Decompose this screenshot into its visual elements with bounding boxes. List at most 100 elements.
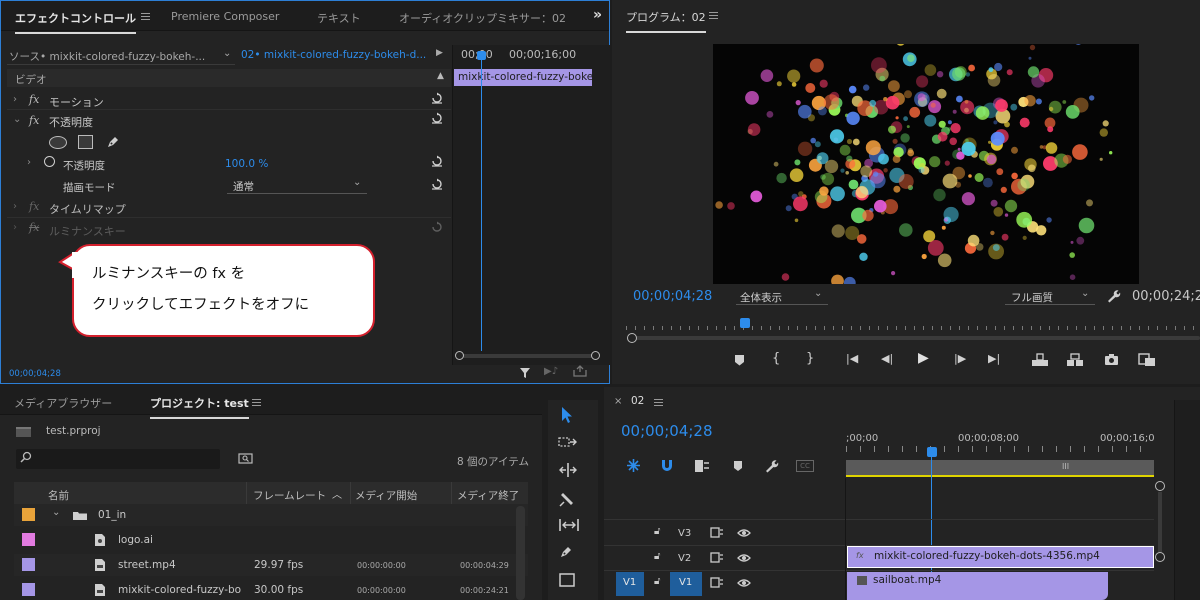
eye-icon[interactable]	[737, 553, 751, 566]
play-icon[interactable]: ▶	[918, 350, 929, 366]
zoom-dropdown[interactable]: 全体表示 ⌄	[736, 288, 828, 305]
project-search-input[interactable]	[16, 449, 220, 469]
scroll-handle-left-icon[interactable]	[627, 333, 637, 343]
track-name-v3[interactable]: V3	[678, 528, 691, 539]
tab-premiere-composer[interactable]: Premiere Composer	[171, 10, 279, 23]
sort-ascending-icon[interactable]: ︿	[332, 486, 342, 501]
sequence-label[interactable]: 02• mixkit-colored-fuzzy-bokeh-d...	[241, 49, 426, 61]
mini-playhead-head-icon[interactable]	[477, 51, 486, 60]
quality-dropdown[interactable]: フル画質 ⌄	[1005, 288, 1095, 305]
filter-icon[interactable]	[519, 367, 531, 382]
timeline-scroll-handle-icon[interactable]	[1155, 481, 1165, 491]
ripple-edit-tool-icon[interactable]	[558, 462, 582, 484]
sync-lock-icon[interactable]	[710, 527, 724, 541]
rectangle-mask-icon[interactable]	[78, 135, 93, 149]
label-color-swatch[interactable]	[22, 508, 35, 521]
col-name[interactable]: 名前	[48, 488, 69, 503]
pen-mask-icon[interactable]	[105, 134, 121, 153]
lock-track-icon[interactable]: 🔓︎	[654, 576, 660, 587]
scroll-handle-right-icon[interactable]	[591, 351, 600, 360]
folder-expand-chevron-icon[interactable]: ⌄	[52, 507, 60, 518]
lock-track-icon[interactable]: 🔓︎	[654, 551, 660, 562]
clip-v2[interactable]: fx mixkit-colored-fuzzy-bokeh-dots-4356.…	[847, 546, 1154, 568]
timeline-title[interactable]: 02	[631, 395, 644, 407]
play-only-icon[interactable]: ▶	[436, 48, 443, 58]
tab-text[interactable]: テキスト	[317, 10, 361, 26]
mark-out-icon[interactable]: }	[806, 351, 814, 366]
find-icon[interactable]	[238, 452, 253, 467]
linked-selection-icon[interactable]	[694, 459, 710, 476]
timeline-scroll-handle-icon[interactable]	[1155, 552, 1165, 562]
play-audio-icon[interactable]: ▶♪	[544, 366, 558, 377]
pen-tool-icon[interactable]	[558, 544, 582, 566]
reset-icon[interactable]	[431, 221, 443, 233]
col-media-start[interactable]: メディア開始	[355, 488, 417, 503]
program-timecode[interactable]: 00;00;04;28	[633, 289, 712, 304]
col-media-end[interactable]: メディア終了	[457, 488, 519, 503]
fx-opacity-icon[interactable]: fx	[29, 114, 39, 127]
timeline-playhead-icon[interactable]	[927, 447, 937, 457]
project-row[interactable]: mixkit-colored-fuzzy-bo 30.00 fps 00:00:00…	[14, 579, 528, 600]
reset-icon[interactable]	[431, 178, 443, 190]
panel-menu-icon[interactable]	[141, 13, 150, 20]
step-back-icon[interactable]: ◀|	[881, 352, 893, 365]
add-marker-icon[interactable]	[733, 460, 743, 475]
export-icon[interactable]	[573, 365, 587, 380]
program-playhead-icon[interactable]	[740, 318, 750, 328]
selection-tool-icon[interactable]	[558, 406, 582, 428]
collapse-up-icon[interactable]: ▲	[437, 71, 444, 81]
reset-icon[interactable]	[431, 155, 443, 167]
opacity-value[interactable]: 100.0 %	[225, 158, 268, 170]
snap-magnet-icon[interactable]	[660, 459, 674, 475]
effect-controls-timecode[interactable]: 00;00;04;28	[9, 369, 61, 379]
source-selector[interactable]: ソース• mixkit-colored-fuzzy-bokeh-... ⌄	[7, 47, 235, 65]
mark-in-icon[interactable]: {	[772, 351, 780, 366]
label-color-swatch[interactable]	[22, 533, 35, 546]
tab-project[interactable]: プロジェクト: test	[150, 395, 249, 419]
add-marker-icon[interactable]	[734, 354, 745, 369]
go-to-out-icon[interactable]: ▶|	[988, 352, 1000, 365]
track-target-v1[interactable]: V1	[670, 572, 702, 596]
work-area-bar[interactable]	[846, 460, 1154, 475]
ellipse-mask-icon[interactable]	[49, 136, 67, 149]
close-icon[interactable]: ×	[614, 396, 622, 407]
timeline-settings-wrench-icon[interactable]	[764, 458, 779, 476]
project-row[interactable]: street.mp4 29.97 fps 00:00:00:00 00:00:04:2…	[14, 554, 528, 576]
project-row[interactable]: logo.ai	[14, 529, 528, 551]
mini-zoom-scrollbar[interactable]	[457, 354, 597, 358]
sync-lock-icon[interactable]	[710, 577, 724, 591]
project-scrollbar[interactable]	[516, 506, 525, 600]
project-row[interactable]: ⌄ 01_in	[14, 504, 528, 526]
label-color-swatch[interactable]	[22, 583, 35, 596]
panel-menu-icon[interactable]	[252, 399, 261, 406]
comparison-view-icon[interactable]	[1138, 353, 1156, 370]
program-ruler[interactable]	[626, 320, 1200, 330]
blend-mode-dropdown[interactable]: 通常 ⌄	[227, 177, 367, 194]
timeline-vscroll[interactable]	[1158, 492, 1162, 552]
lock-track-icon[interactable]: 🔓︎	[654, 526, 660, 537]
expand-chevron-icon[interactable]: ›	[13, 201, 17, 212]
mini-clip[interactable]: mixkit-colored-fuzzy-boke	[454, 69, 593, 86]
eye-icon[interactable]	[737, 578, 751, 591]
reset-icon[interactable]	[431, 92, 443, 104]
expand-chevron-icon[interactable]: ›	[27, 157, 31, 168]
eye-icon[interactable]	[737, 528, 751, 541]
program-zoom-scrollbar[interactable]	[630, 336, 1200, 340]
snap-insert-icon[interactable]	[626, 458, 641, 476]
expand-chevron-icon[interactable]: ⌄	[13, 114, 21, 125]
rectangle-tool-icon[interactable]	[558, 572, 582, 594]
reset-icon[interactable]	[431, 112, 443, 124]
scroll-handle-left-icon[interactable]	[455, 351, 464, 360]
extract-icon[interactable]	[1066, 353, 1084, 370]
stopwatch-icon[interactable]	[44, 156, 55, 167]
tab-effect-controls[interactable]: エフェクトコントロール	[15, 10, 136, 34]
tab-audio-clip-mixer[interactable]: オーディオクリップミキサー：02	[399, 10, 566, 26]
captions-icon[interactable]: CC	[796, 460, 814, 472]
sync-lock-icon[interactable]	[710, 552, 724, 566]
go-to-in-icon[interactable]: |◀	[846, 352, 858, 365]
step-forward-icon[interactable]: |▶	[954, 352, 966, 365]
fx-luma-key-toggle-icon[interactable]: fx	[29, 221, 39, 234]
mini-playhead[interactable]	[481, 55, 482, 351]
track-name-v2[interactable]: V2	[678, 553, 691, 564]
expand-chevron-icon[interactable]: ›	[13, 94, 17, 105]
